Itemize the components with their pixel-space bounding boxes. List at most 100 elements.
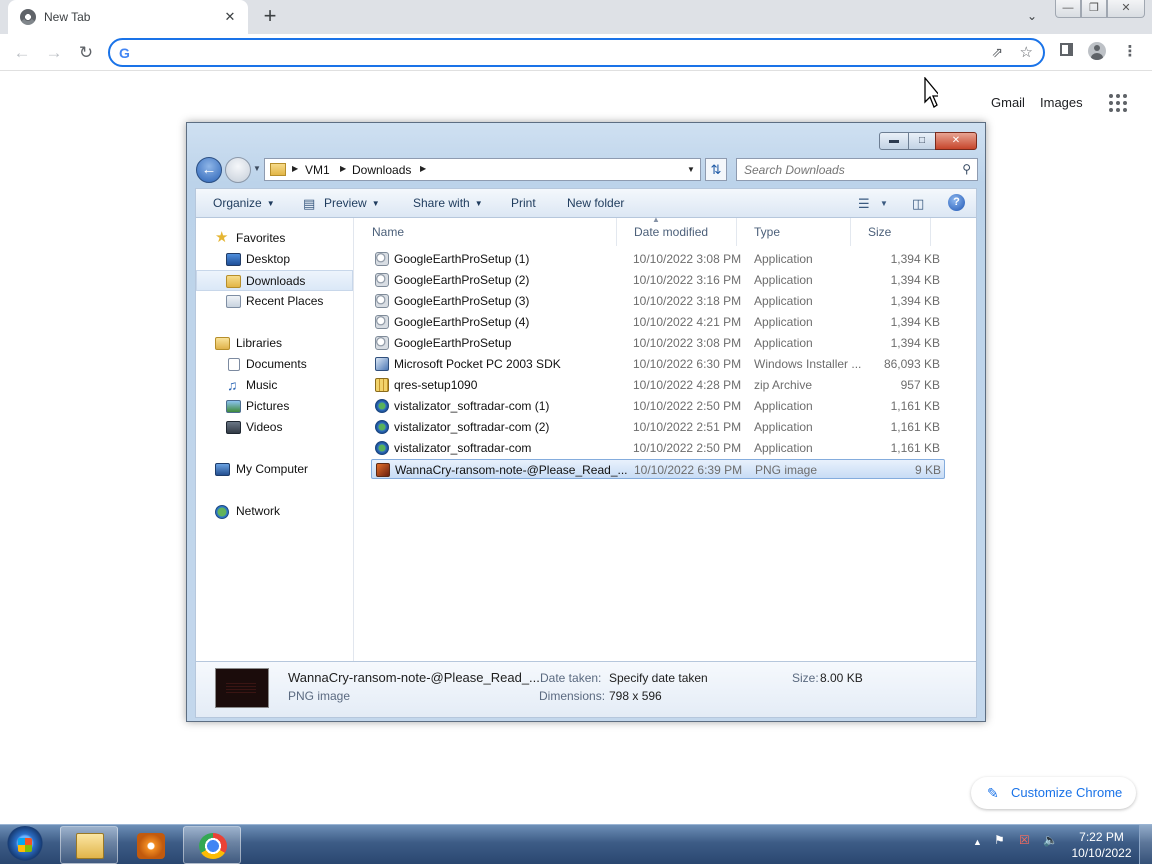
tab-new-tab[interactable]: New Tab ✕	[8, 0, 248, 34]
file-row[interactable]: GoogleEarthProSetup (2) 10/10/2022 3:16 P…	[371, 270, 945, 290]
breadcrumb-arrow-icon[interactable]: ▶	[420, 164, 426, 173]
file-row[interactable]: WannaCry-ransom-note-@Please_Read_... 10/…	[371, 459, 945, 479]
system-clock[interactable]: 7:22 PM 10/10/2022	[1064, 829, 1139, 861]
print-button[interactable]: Print	[511, 196, 536, 210]
omnibox[interactable]: G ⇗ ☆	[108, 38, 1045, 67]
nav-documents[interactable]: Documents	[196, 354, 353, 375]
taskbar-explorer-button[interactable]	[60, 826, 118, 864]
nav-recent-places[interactable]: Recent Places	[196, 291, 353, 312]
breadcrumb-vm1[interactable]: VM1	[305, 163, 330, 177]
nav-videos[interactable]: Videos	[196, 417, 353, 438]
file-name: Microsoft Pocket PC 2003 SDK	[394, 357, 561, 371]
search-icon[interactable]: ⚲	[962, 162, 971, 176]
recent-pages-dropdown-icon[interactable]: ▼	[253, 164, 261, 173]
tab-search-chevron-icon[interactable]: ⌄	[1024, 9, 1040, 25]
column-header-name[interactable]: Name	[355, 218, 617, 246]
tab-close-icon[interactable]: ✕	[222, 9, 238, 25]
network-warning-icon[interactable]: ☒	[1019, 833, 1030, 847]
file-date-modified: 10/10/2022 2:51 PM	[633, 420, 742, 434]
profile-avatar-icon[interactable]	[1087, 42, 1107, 62]
minimize-button[interactable]: —	[1055, 0, 1081, 18]
nav-my-computer[interactable]: My Computer	[196, 459, 353, 480]
explorer-close-button[interactable]: ✕	[935, 132, 977, 150]
kebab-menu-icon[interactable]: ⋮	[1120, 42, 1140, 62]
date-taken-value[interactable]: Specify date taken	[609, 671, 708, 685]
breadcrumb-arrow-icon[interactable]: ▶	[340, 164, 346, 173]
nav-music[interactable]: ♫ Music	[196, 375, 353, 396]
explorer-forward-button[interactable]	[225, 157, 251, 183]
file-size: 1,394 KB	[890, 294, 940, 308]
view-options-icon[interactable]: ☰	[858, 196, 870, 212]
breadcrumb-arrow-icon[interactable]: ▶	[292, 164, 298, 173]
share-icon[interactable]: ⇗	[991, 44, 1003, 61]
file-type: PNG image	[755, 463, 818, 477]
column-header-type[interactable]: Type	[737, 218, 851, 246]
tab-title: New Tab	[44, 10, 91, 24]
file-row[interactable]: GoogleEarthProSetup (4) 10/10/2022 4:21 P…	[371, 312, 945, 332]
restore-button[interactable]: ❐	[1081, 0, 1107, 18]
file-row[interactable]: vistalizator_softradar-com (1) 10/10/2022…	[371, 396, 945, 416]
preview-pane-icon[interactable]: ◫	[912, 196, 924, 212]
images-link[interactable]: Images	[1040, 95, 1083, 110]
column-header-date-modified[interactable]: Date modified	[617, 218, 737, 246]
nav-desktop-label: Desktop	[246, 252, 291, 266]
taskbar-chrome-button[interactable]	[183, 826, 241, 864]
forward-arrow-icon[interactable]: →	[42, 41, 66, 65]
nav-desktop[interactable]: Desktop	[196, 249, 353, 270]
preview-button[interactable]: Preview ▼	[324, 196, 380, 210]
nav-favorites[interactable]: ★ Favorites	[196, 228, 353, 249]
volume-icon[interactable]: 🔈	[1043, 833, 1058, 847]
refresh-icon[interactable]: ⇅	[705, 158, 727, 181]
address-dropdown-icon[interactable]: ▼	[687, 165, 695, 174]
file-row[interactable]: vistalizator_softradar-com (2) 10/10/2022…	[371, 417, 945, 437]
file-row[interactable]: GoogleEarthProSetup (1) 10/10/2022 3:08 P…	[371, 249, 945, 269]
explorer-back-button[interactable]: ←	[196, 157, 222, 183]
nav-network[interactable]: Network	[196, 501, 353, 522]
chrome-favicon-icon	[20, 9, 36, 25]
gmail-link[interactable]: Gmail	[991, 95, 1025, 110]
address-bar[interactable]: ▶ VM1 ▶ Downloads ▶ ▼	[264, 158, 701, 181]
file-row[interactable]: vistalizator_softradar-com 10/10/2022 2:5…	[371, 438, 945, 458]
explorer-maximize-button[interactable]: □	[908, 132, 936, 150]
nav-network-label: Network	[236, 504, 281, 518]
file-row[interactable]: Microsoft Pocket PC 2003 SDK 10/10/2022 6…	[371, 354, 945, 374]
libraries-icon	[215, 337, 230, 350]
details-pane: WannaCry-ransom-note-@Please_Read_... PN…	[195, 662, 977, 718]
dimensions-label: Dimensions:	[539, 689, 606, 703]
nav-pictures[interactable]: Pictures	[196, 396, 353, 417]
close-button[interactable]: ✕	[1107, 0, 1145, 18]
show-hidden-icons-icon[interactable]: ▲	[973, 837, 982, 847]
bookmark-star-icon[interactable]: ☆	[1020, 43, 1033, 61]
search-input[interactable]	[744, 162, 954, 178]
action-center-icon[interactable]: ⚑	[994, 833, 1005, 847]
back-arrow-icon[interactable]: ←	[10, 41, 34, 65]
help-icon[interactable]: ?	[948, 194, 965, 211]
file-row[interactable]: GoogleEarthProSetup (3) 10/10/2022 3:18 P…	[371, 291, 945, 311]
organize-button[interactable]: Organize ▼	[213, 196, 275, 210]
show-desktop-button[interactable]	[1139, 825, 1152, 864]
breadcrumb-downloads[interactable]: Downloads	[352, 163, 411, 177]
reload-icon[interactable]: ↻	[74, 41, 98, 65]
file-row[interactable]: qres-setup1090 10/10/2022 4:28 PM zip Arch…	[371, 375, 945, 395]
file-size: 957 KB	[900, 378, 940, 392]
taskbar-media-player-button[interactable]	[121, 826, 179, 864]
search-box[interactable]: ⚲	[736, 158, 978, 181]
nav-downloads[interactable]: Downloads	[196, 270, 353, 291]
address-input[interactable]	[140, 44, 970, 62]
share-with-button[interactable]: Share with ▼	[413, 196, 483, 210]
customize-chrome-button[interactable]: ✎ Customize Chrome	[971, 777, 1136, 809]
file-size: 1,394 KB	[890, 252, 940, 266]
view-dropdown-icon[interactable]: ▼	[880, 199, 888, 208]
file-type: Application	[754, 294, 813, 308]
new-tab-button[interactable]: +	[258, 5, 282, 29]
new-folder-button[interactable]: New folder	[567, 196, 624, 210]
start-button[interactable]	[5, 826, 45, 864]
file-row[interactable]: GoogleEarthProSetup 10/10/2022 3:08 PM App…	[371, 333, 945, 353]
file-size: 1,161 KB	[890, 420, 940, 434]
google-apps-grid-icon[interactable]	[1109, 94, 1127, 112]
side-panel-icon[interactable]	[1056, 42, 1076, 62]
nav-pictures-label: Pictures	[246, 399, 290, 413]
nav-libraries[interactable]: Libraries	[196, 333, 353, 354]
column-header-size[interactable]: Size	[851, 218, 931, 246]
explorer-minimize-button[interactable]: ▬	[879, 132, 909, 150]
